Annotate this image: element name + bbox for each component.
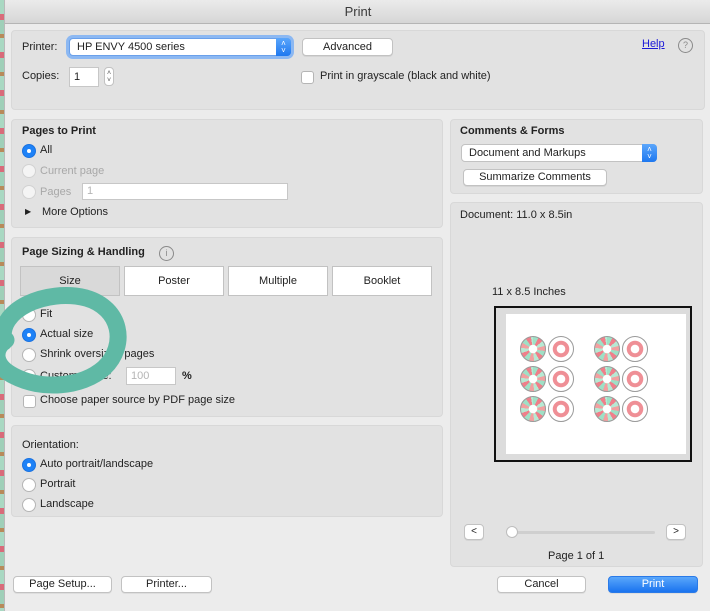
radio-actual-size[interactable] xyxy=(22,328,36,342)
printer-select-value: HP ENVY 4500 series xyxy=(77,41,185,53)
comments-forms-select-value: Document and Markups xyxy=(469,147,586,159)
printer-label: Printer: xyxy=(22,41,58,53)
summarize-comments-button[interactable]: Summarize Comments xyxy=(463,169,607,186)
preview-disc-floral xyxy=(520,366,546,392)
radio-fit[interactable] xyxy=(22,308,36,322)
preview-disc-floral xyxy=(594,396,620,422)
comments-forms-select[interactable]: Document and Markups ˄ ˅ xyxy=(461,144,657,162)
document-size-label: Document: 11.0 x 8.5in xyxy=(460,209,573,221)
preview-disc-label xyxy=(548,336,574,362)
radio-portrait[interactable] xyxy=(22,478,36,492)
radio-auto-orientation-label: Auto portrait/landscape xyxy=(40,458,154,470)
cancel-button[interactable]: Cancel xyxy=(497,576,586,593)
page-sizing-title: Page Sizing & Handling xyxy=(22,246,145,258)
more-options-label[interactable]: More Options xyxy=(42,206,108,218)
preview-disc-floral xyxy=(520,396,546,422)
preview-disc-label xyxy=(548,396,574,422)
custom-scale-unit: % xyxy=(182,370,192,382)
radio-fit-label: Fit xyxy=(40,308,53,320)
pages-range-input[interactable]: 1 xyxy=(82,183,288,200)
info-circle-icon[interactable]: i xyxy=(159,246,174,261)
orientation-title: Orientation: xyxy=(22,439,79,451)
radio-landscape[interactable] xyxy=(22,498,36,512)
grayscale-label: Print in grayscale (black and white) xyxy=(320,70,491,82)
preview-disc-floral xyxy=(520,336,546,362)
radio-landscape-label: Landscape xyxy=(40,498,94,510)
previous-page-button[interactable]: < xyxy=(464,524,484,540)
comments-forms-title: Comments & Forms xyxy=(460,125,565,137)
preview-disc-floral xyxy=(594,336,620,362)
select-arrows-icon: ˄ ˅ xyxy=(642,144,657,162)
printer-select[interactable]: HP ENVY 4500 series ˄ ˅ xyxy=(69,38,291,56)
page-setup-button[interactable]: Page Setup... xyxy=(13,576,112,593)
page-slider[interactable] xyxy=(506,526,655,538)
grayscale-checkbox[interactable] xyxy=(301,71,314,84)
radio-pages-label: Pages xyxy=(40,186,72,198)
radio-shrink-oversized-label: Shrink oversized pages xyxy=(40,348,155,360)
copies-input[interactable]: 1 xyxy=(69,67,99,87)
radio-custom-scale-label: Custom Scale: xyxy=(40,370,112,382)
radio-actual-size-label: Actual size xyxy=(40,328,94,340)
tab-poster[interactable]: Poster xyxy=(124,266,224,296)
radio-auto-orientation[interactable] xyxy=(22,458,36,472)
copies-stepper[interactable]: ˄ ˅ xyxy=(104,67,114,86)
radio-all[interactable] xyxy=(22,144,36,158)
preview-disc-floral xyxy=(594,366,620,392)
preview-disc-label xyxy=(548,366,574,392)
radio-current-page-label: Current page xyxy=(40,165,105,177)
page-preview xyxy=(494,306,692,462)
print-button[interactable]: Print xyxy=(608,576,698,593)
window-title: Print xyxy=(5,0,710,24)
page-slider-knob[interactable] xyxy=(506,526,518,538)
pages-to-print-title: Pages to Print xyxy=(22,125,96,137)
preview-paper xyxy=(506,314,686,454)
preview-disc-label xyxy=(622,336,648,362)
preview-disc-label xyxy=(622,366,648,392)
tab-size[interactable]: Size xyxy=(20,266,120,296)
radio-pages[interactable] xyxy=(22,185,36,199)
radio-custom-scale[interactable] xyxy=(22,369,36,383)
radio-portrait-label: Portrait xyxy=(40,478,76,490)
preview-disc-label xyxy=(622,396,648,422)
next-page-button[interactable]: > xyxy=(666,524,686,540)
page-indicator: Page 1 of 1 xyxy=(548,550,605,562)
paper-source-label: Choose paper source by PDF page size xyxy=(40,394,236,406)
tab-booklet[interactable]: Booklet xyxy=(332,266,432,296)
radio-all-label: All xyxy=(40,144,53,156)
radio-shrink-oversized[interactable] xyxy=(22,348,36,362)
tab-multiple[interactable]: Multiple xyxy=(228,266,328,296)
radio-current-page[interactable] xyxy=(22,164,36,178)
page-sizing-panel xyxy=(11,237,443,417)
print-dialog: Print Printer: HP ENVY 4500 series ˄ ˅ Ad… xyxy=(4,0,710,611)
paper-size-label: 11 x 8.5 Inches xyxy=(492,286,566,298)
select-arrows-icon: ˄ ˅ xyxy=(276,38,291,56)
custom-scale-input[interactable]: 100 xyxy=(126,367,176,385)
help-link[interactable]: Help xyxy=(642,38,665,50)
question-circle-icon[interactable]: ? xyxy=(678,38,693,53)
copies-label: Copies: xyxy=(22,70,60,82)
disclosure-triangle-icon[interactable]: ▶ xyxy=(25,207,31,216)
paper-source-checkbox[interactable] xyxy=(23,395,36,408)
advanced-button[interactable]: Advanced xyxy=(302,38,393,56)
printer-button[interactable]: Printer... xyxy=(121,576,212,593)
